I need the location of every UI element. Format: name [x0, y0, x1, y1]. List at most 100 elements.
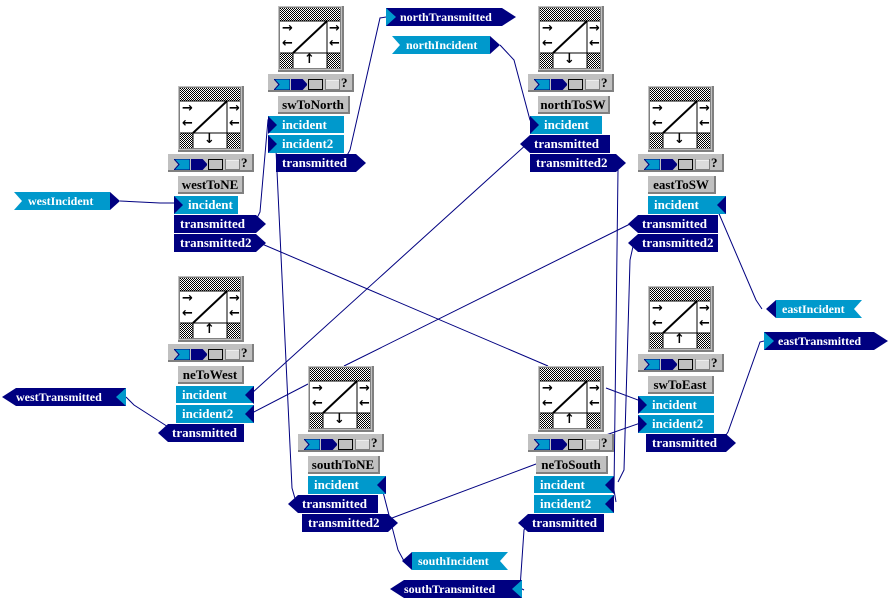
parameter-port-icon[interactable]	[325, 77, 341, 95]
io-port-icon[interactable]	[208, 157, 224, 175]
connection-wire[interactable]	[254, 240, 549, 367]
port-incident[interactable]: incident	[308, 476, 386, 494]
port-transmitted[interactable]: transmitted	[646, 434, 736, 452]
splitter-icon[interactable]: → ← → ← ↑	[278, 6, 344, 72]
connection-wire[interactable]	[343, 221, 635, 367]
block-neToSouth[interactable]: → ← → ← ↑? neToSouth incident incident2 transmit…	[518, 366, 624, 536]
input-port-icon[interactable]	[642, 357, 661, 375]
port-incident2[interactable]: incident2	[638, 415, 714, 433]
io-port-icon[interactable]	[678, 157, 694, 175]
block-neToWest[interactable]: → ← → ← ↑? neToWest incident incident2 transmitt…	[158, 276, 264, 446]
parameter-port-icon[interactable]	[225, 157, 241, 175]
block-eastToSW[interactable]: → ← → ← ↓? eastToSW incident transmitted transmi…	[628, 86, 734, 256]
io-port-icon[interactable]	[208, 347, 224, 365]
input-port-icon[interactable]	[642, 157, 661, 175]
input-port-icon[interactable]	[302, 437, 321, 455]
port-transmitted[interactable]: transmitted	[518, 514, 604, 532]
help-icon[interactable]: ?	[711, 155, 718, 171]
parameter-port-icon[interactable]	[695, 157, 711, 175]
output-port-icon[interactable]	[660, 157, 678, 175]
help-icon[interactable]: ?	[371, 435, 378, 451]
splitter-icon[interactable]: → ← → ← ↓	[538, 6, 604, 72]
input-port-icon[interactable]	[532, 437, 551, 455]
help-icon[interactable]: ?	[601, 75, 608, 91]
port-incident[interactable]: incident	[176, 386, 254, 404]
port-incident2[interactable]: incident2	[268, 135, 344, 153]
input-port-icon[interactable]	[532, 77, 551, 95]
output-port-icon[interactable]	[190, 157, 208, 175]
help-icon[interactable]: ?	[711, 355, 718, 371]
connection-wire[interactable]	[119, 200, 174, 204]
port-transmitted[interactable]: transmitted	[520, 135, 610, 153]
port-transmitted2[interactable]: transmitted2	[174, 234, 266, 252]
port-transmitted[interactable]: transmitted	[288, 495, 378, 513]
block-westToNE[interactable]: → ← → ← ↓? westToNE incident transmitted transmi…	[168, 86, 266, 256]
block-name: westToNE	[178, 176, 244, 194]
help-icon[interactable]: ?	[341, 75, 348, 91]
external-port-northTransmitted[interactable]: northTransmitted	[386, 8, 516, 26]
block-swToEast[interactable]: → ← → ← ↑? swToEast incident incident2 transmitt…	[638, 286, 736, 456]
port-transmitted[interactable]: transmitted	[158, 424, 244, 442]
io-port-icon[interactable]	[568, 77, 584, 95]
splitter-icon[interactable]: → ← → ← ↑	[538, 366, 604, 432]
port-incident2[interactable]: incident2	[534, 495, 614, 513]
port-incident[interactable]: incident	[530, 116, 602, 134]
output-port-icon[interactable]	[550, 77, 568, 95]
connection-wire[interactable]	[251, 142, 529, 394]
help-icon[interactable]: ?	[241, 155, 248, 171]
io-port-icon[interactable]	[308, 77, 324, 95]
io-port-icon[interactable]	[678, 357, 694, 375]
port-transmitted[interactable]: transmitted	[174, 215, 266, 233]
port-transmitted[interactable]: transmitted	[276, 154, 366, 172]
external-port-northIncident[interactable]: northIncident	[392, 36, 500, 54]
external-port-southIncident[interactable]: southIncident	[402, 552, 508, 570]
port-transmitted[interactable]: transmitted	[628, 215, 718, 233]
arrow-right-icon: →	[542, 381, 553, 396]
output-port-icon[interactable]	[290, 77, 308, 95]
help-icon[interactable]: ?	[601, 435, 608, 451]
external-port-eastIncident[interactable]: eastIncident	[766, 300, 862, 318]
parameter-port-icon[interactable]	[225, 347, 241, 365]
output-port-icon[interactable]	[320, 437, 338, 455]
external-port-southTransmitted[interactable]: southTransmitted	[390, 580, 522, 598]
splitter-icon[interactable]: → ← → ← ↑	[178, 276, 244, 342]
parameter-port-icon[interactable]	[355, 437, 371, 455]
external-port-eastTransmitted[interactable]: eastTransmitted	[764, 332, 888, 350]
io-port-icon[interactable]	[338, 437, 354, 455]
connection-wire[interactable]	[383, 463, 537, 522]
output-port-icon[interactable]	[660, 357, 678, 375]
port-label: incident	[314, 477, 359, 492]
arrow-right-icon: →	[699, 101, 710, 116]
port-transmitted2[interactable]: transmitted2	[530, 154, 626, 172]
arrow-right-icon: →	[589, 21, 600, 36]
arrow-left-icon: ←	[182, 116, 193, 131]
block-southToNE[interactable]: → ← → ← ↓? southToNE incident transmitted transm…	[288, 366, 398, 536]
block-swToNorth[interactable]: → ← → ← ↑? swToNorth incident incident2 transmit…	[268, 6, 366, 176]
splitter-icon[interactable]: → ← → ← ↓	[308, 366, 374, 432]
io-port-icon[interactable]	[568, 437, 584, 455]
parameter-port-icon[interactable]	[585, 77, 601, 95]
port-incident[interactable]: incident	[268, 116, 344, 134]
splitter-icon[interactable]: → ← → ← ↓	[648, 86, 714, 152]
parameter-port-icon[interactable]	[695, 357, 711, 375]
port-incident2[interactable]: incident2	[176, 405, 254, 423]
output-port-icon[interactable]	[190, 347, 208, 365]
port-incident[interactable]: incident	[534, 476, 614, 494]
external-port-westIncident[interactable]: westIncident	[14, 192, 120, 210]
input-port-icon[interactable]	[172, 157, 191, 175]
external-port-westTransmitted[interactable]: westTransmitted	[2, 388, 126, 406]
port-incident[interactable]: incident	[638, 396, 714, 414]
connection-wire[interactable]	[275, 143, 297, 503]
input-port-icon[interactable]	[172, 347, 191, 365]
port-incident[interactable]: incident	[648, 196, 726, 214]
input-port-icon[interactable]	[272, 77, 291, 95]
parameter-port-icon[interactable]	[585, 437, 601, 455]
output-port-icon[interactable]	[550, 437, 568, 455]
help-icon[interactable]: ?	[241, 345, 248, 361]
splitter-icon[interactable]: → ← → ← ↑	[648, 286, 714, 352]
port-transmitted2[interactable]: transmitted2	[302, 514, 398, 532]
port-transmitted2[interactable]: transmitted2	[628, 234, 718, 252]
block-northToSW[interactable]: → ← → ← ↓? northToSW incident transmitted transm…	[520, 6, 626, 176]
splitter-icon[interactable]: → ← → ← ↓	[178, 86, 244, 152]
port-incident[interactable]: incident	[174, 196, 238, 214]
